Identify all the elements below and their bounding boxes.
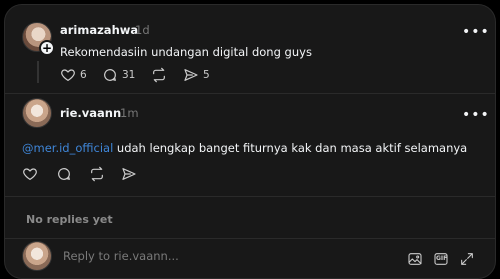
share-count: 5 [203,69,210,81]
heart-icon [23,168,37,180]
gif-label: GIF [436,255,448,262]
send-icon [122,168,136,180]
reply-repost-button[interactable] [89,166,105,182]
no-replies-label: No replies yet [26,213,113,226]
thread-connector-line [37,61,39,83]
reply-like-button[interactable] [22,166,38,182]
comment-icon [104,69,116,81]
divider [5,196,495,197]
reply-share-button[interactable] [121,166,137,182]
repost-icon [153,67,165,83]
post-timestamp: 1d [135,23,150,37]
expand-button[interactable] [459,251,475,271]
reply-username[interactable]: rie.vaann [60,106,121,120]
reply-timestamp: 1m [120,106,139,120]
repost-button[interactable] [151,67,167,83]
image-button[interactable] [407,251,423,271]
reply-more-options-icon[interactable]: ••• [462,108,490,122]
send-icon [184,69,198,81]
reply-mention-link[interactable]: @mer.id_official [22,141,113,155]
expand-icon [461,253,473,265]
reply-comment-button[interactable] [56,166,72,182]
gif-button[interactable]: GIF [433,251,449,271]
divider [5,238,495,239]
comment-count: 31 [122,69,136,81]
reply-input[interactable]: Reply to rie.vaann... [63,249,179,263]
reply-text: @mer.id_official udah lengkap banget fit… [22,141,467,155]
reply-avatar[interactable] [22,98,52,128]
repost-icon [91,166,103,182]
image-icon [408,253,422,265]
reply-body: udah lengkap banget fiturnya kak dan mas… [113,141,468,155]
follow-plus-icon[interactable]: + [39,40,55,56]
post-more-options-icon[interactable]: ••• [462,25,490,39]
like-count: 6 [80,69,87,81]
heart-icon [61,69,75,81]
share-button[interactable]: 5 [183,67,210,83]
like-button[interactable]: 6 [60,67,87,83]
composer-avatar [22,241,52,271]
post-text: Rekomendasiin undangan digital dong guys [60,45,312,59]
divider [5,93,495,94]
comment-button[interactable]: 31 [102,67,135,83]
post-username[interactable]: arimazahwa [60,23,138,37]
comment-icon [58,168,70,180]
thread-panel: + arimazahwa 1d ••• Rekomendasiin undang… [4,4,496,279]
